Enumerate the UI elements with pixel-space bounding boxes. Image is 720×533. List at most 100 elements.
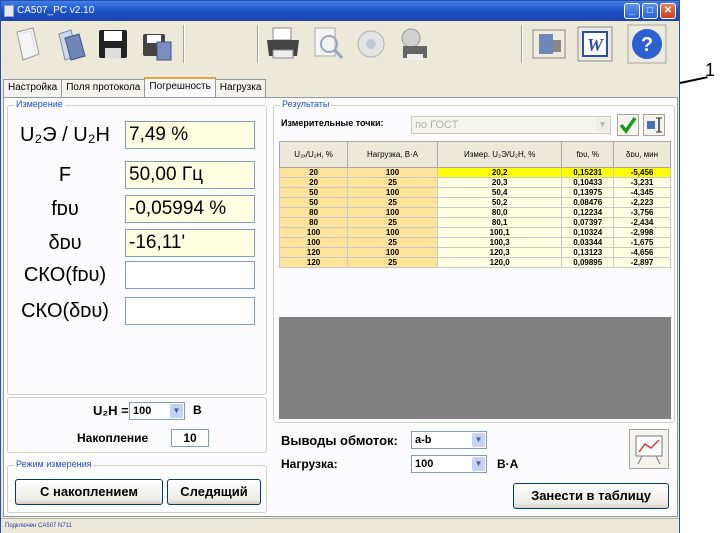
table-cell: -2,223 [613, 197, 671, 208]
minimize-button[interactable]: _ [624, 3, 640, 19]
save-icon[interactable] [93, 24, 133, 64]
table-cell: 50 [278, 187, 349, 198]
table-cell: 100 [347, 167, 438, 178]
load-unit: В·А [497, 457, 519, 471]
tab-settings[interactable]: Настройка [3, 79, 63, 97]
table-cell: -3,231 [613, 177, 671, 188]
points-value: по ГОСТ [415, 119, 459, 131]
table-cell: 100 [347, 187, 438, 198]
open-folder-icon[interactable] [51, 24, 91, 64]
measurement-value: -16,11' [125, 229, 255, 257]
tab-protocol-fields[interactable]: Поля протокола [61, 79, 146, 97]
table-cell: 50 [278, 197, 349, 208]
u2n-unit: В [193, 403, 202, 417]
u2n-label: U₂Н = [93, 403, 129, 418]
table-cell: -2,897 [613, 257, 671, 268]
save-as-icon[interactable] [137, 24, 177, 64]
table-cell: -2,998 [613, 227, 671, 238]
with-accumulation-button[interactable]: С накоплением [15, 479, 163, 505]
new-document-icon[interactable] [7, 24, 47, 64]
accumulation-field[interactable]: 10 [171, 429, 209, 447]
table-row[interactable]: 50 100 50,4 0,13975 -4,345 [278, 187, 671, 198]
column-header: δᴅᴜ, мин [613, 141, 671, 168]
measurement-value: -0,05994 % [125, 195, 255, 223]
measurement-label: F [58, 164, 72, 186]
load-label: Нагрузка: [281, 457, 338, 471]
windings-label: Выводы обмоток: [281, 433, 398, 448]
status-bar: Подключен CA507 N711 [1, 518, 679, 533]
help-icon[interactable]: ? [627, 24, 667, 64]
table-row[interactable]: 100 25 100,3 0,03344 -1,675 [278, 237, 671, 248]
table-row[interactable]: 50 25 50,2 0,08476 -2,223 [278, 197, 671, 208]
table-row[interactable]: 120 100 120,3 0,13123 -4,656 [278, 247, 671, 258]
table-cell: 0,08476 [561, 197, 614, 208]
table-cell: 50,2 [436, 197, 563, 208]
table-row[interactable]: 20 25 20,3 0,10433 -3,231 [278, 177, 671, 188]
u2n-select[interactable]: 100 ▼ [129, 402, 185, 420]
table-cell: 100 [347, 247, 438, 258]
table-cell: 0,13975 [561, 187, 614, 198]
chevron-down-icon[interactable]: ▼ [472, 457, 485, 471]
table-cell: 80,0 [436, 207, 563, 218]
table-cell: -1,675 [613, 237, 671, 248]
title-bar: CA507_PC v2.10 _ □ ✕ [1, 1, 679, 21]
page-setup-icon[interactable] [351, 24, 391, 64]
app-window: CA507_PC v2.10 _ □ ✕ W ? Настройка Поля … [0, 0, 680, 533]
table-row[interactable]: 20 100 20,2 0,15231 -5,456 [278, 167, 671, 178]
table-cell: -5,456 [613, 167, 671, 178]
table-cell: 100 [278, 237, 349, 248]
chart-button[interactable] [629, 429, 669, 469]
import-icon[interactable] [529, 24, 569, 64]
table-cell: 120,3 [436, 247, 563, 258]
load-value: 100 [415, 458, 434, 470]
table-cell: 0,12234 [561, 207, 614, 218]
column-header: U₂ₓ/U₂н, % [278, 141, 349, 168]
table-cell: 25 [347, 257, 438, 268]
callout-number: 1 [705, 60, 716, 80]
chevron-down-icon[interactable]: ▼ [596, 118, 609, 132]
table-cell: 25 [347, 237, 438, 248]
svg-text:?: ? [641, 34, 653, 56]
tab-error[interactable]: Погрешность [144, 77, 216, 97]
table-row[interactable]: 100 100 100,1 0,10324 -2,998 [278, 227, 671, 238]
table-cell: 25 [347, 197, 438, 208]
table-row[interactable]: 120 25 120,0 0,09895 -2,897 [278, 257, 671, 268]
table-row[interactable]: 80 25 80,1 0,07397 -2,434 [278, 217, 671, 228]
points-select[interactable]: по ГОСТ ▼ [411, 116, 611, 134]
column-width-button[interactable] [643, 114, 665, 136]
column-header: Нагрузка, В·А [347, 141, 438, 168]
table-cell: -4,656 [613, 247, 671, 258]
table-cell: 100 [347, 207, 438, 218]
table-empty-area [279, 317, 671, 419]
tab-load[interactable]: Нагрузка [214, 79, 267, 97]
close-button[interactable]: ✕ [660, 3, 676, 19]
word-export-icon[interactable]: W [575, 24, 615, 64]
maximize-button[interactable]: □ [642, 3, 658, 19]
table-cell: 80 [278, 217, 349, 228]
table-cell: 0,15231 [561, 167, 614, 178]
chevron-down-icon[interactable]: ▼ [170, 404, 183, 418]
chevron-down-icon[interactable]: ▼ [472, 433, 485, 447]
printer-settings-icon[interactable] [393, 24, 433, 64]
table-cell: 120,0 [436, 257, 563, 268]
measurement-value [125, 297, 255, 325]
print-preview-icon[interactable] [307, 24, 347, 64]
apply-button[interactable] [617, 114, 639, 136]
toolbar: W ? [1, 21, 679, 67]
windings-select[interactable]: a-b ▼ [411, 431, 487, 449]
table-cell: 100,3 [436, 237, 563, 248]
add-to-table-button[interactable]: Занести в таблицу [513, 483, 669, 509]
table-cell: 0,13123 [561, 247, 614, 258]
print-icon[interactable] [263, 24, 303, 64]
mode-group-title: Режим измерения [14, 459, 94, 469]
measurement-value [125, 261, 255, 289]
column-header: fᴅᴜ, % [561, 141, 614, 168]
table-cell: 100 [347, 227, 438, 238]
table-cell: 20 [278, 177, 349, 188]
table-cell: 120 [278, 247, 349, 258]
table-row[interactable]: 80 100 80,0 0,12234 -3,756 [278, 207, 671, 218]
tab-bar: Настройка Поля протокола Погрешность Наг… [3, 77, 267, 97]
tracking-button[interactable]: Следящий [167, 479, 261, 505]
load-select[interactable]: 100 ▼ [411, 455, 487, 473]
window-title: CA507_PC v2.10 [17, 5, 95, 16]
